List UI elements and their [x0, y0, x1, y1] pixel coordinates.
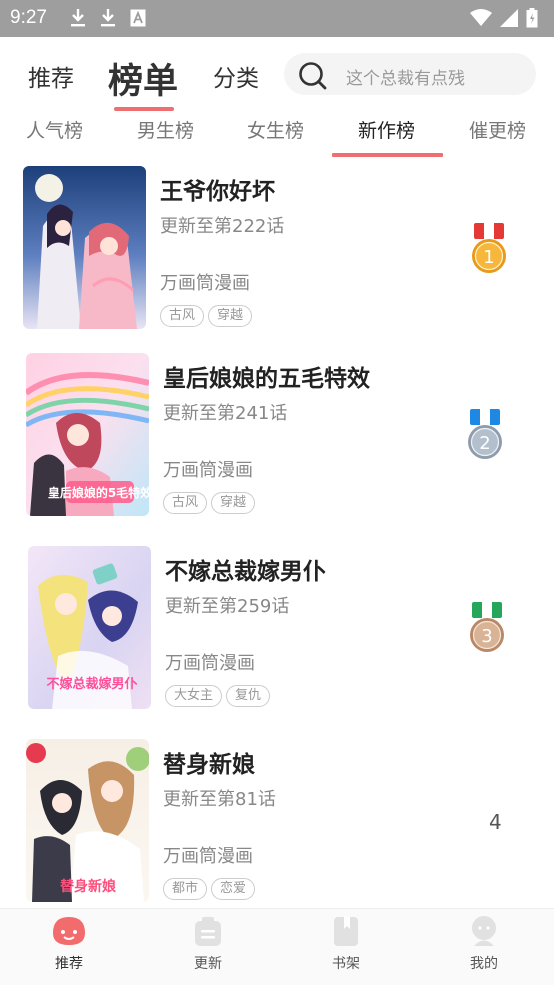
- nav-recommend[interactable]: 推荐: [29, 915, 109, 973]
- update-status: 更新至第241话: [163, 403, 288, 424]
- subtab-indicator: [332, 153, 443, 157]
- tag: 穿越: [211, 492, 256, 514]
- bottom-navigation: 推荐 更新 书架 我的: [0, 908, 554, 985]
- status-system-icons: [470, 8, 538, 28]
- search-placeholder: 这个总裁有点残: [346, 69, 465, 89]
- nav-bookshelf[interactable]: 书架: [306, 915, 386, 973]
- tag-list: 古风 穿越: [163, 492, 256, 514]
- publisher: 万画筒漫画: [165, 653, 255, 674]
- medal-rank: 3: [481, 626, 492, 647]
- comic-cover[interactable]: 不嫁总裁嫁男仆: [28, 546, 151, 709]
- a-icon: [130, 9, 146, 27]
- comic-title: 王爷你好坏: [160, 179, 275, 205]
- search-icon: [299, 62, 327, 90]
- tag: 复仇: [226, 685, 271, 707]
- medal-rank: 1: [483, 247, 494, 268]
- nav-profile[interactable]: 我的: [444, 915, 524, 973]
- list-item[interactable]: 皇后娘娘的5毛特效 皇后娘娘的五毛特效 更新至第241话 万画筒漫画 古风 穿越…: [0, 352, 554, 542]
- nav-label: 我的: [470, 956, 498, 972]
- cover-title: 不嫁总裁嫁男仆: [46, 676, 137, 692]
- ranking-subtabs: 人气榜 男生榜 女生榜 新作榜 催更榜: [0, 110, 554, 160]
- tag-list: 古风 穿越: [160, 305, 253, 327]
- nav-label: 推荐: [55, 956, 83, 972]
- comic-title: 皇后娘娘的五毛特效: [163, 366, 370, 392]
- publisher: 万画筒漫画: [163, 460, 253, 481]
- tag-list: 都市 恋爱: [163, 878, 256, 900]
- comic-cover[interactable]: 替身新娘: [26, 739, 149, 902]
- wifi-icon: [470, 9, 492, 26]
- subtab-update-request[interactable]: 催更榜: [469, 116, 526, 143]
- comic-title: 替身新娘: [163, 752, 255, 778]
- list-item[interactable]: 不嫁总裁嫁男仆 不嫁总裁嫁男仆 更新至第259话 万画筒漫画 大女主 复仇 3: [0, 545, 554, 735]
- subtab-popular[interactable]: 人气榜: [26, 116, 83, 143]
- subtab-new-works[interactable]: 新作榜: [358, 116, 415, 143]
- tag: 都市: [163, 878, 208, 900]
- cover-title: 替身新娘: [60, 878, 117, 895]
- comic-cover[interactable]: [23, 166, 146, 329]
- update-status: 更新至第81话: [163, 789, 276, 810]
- comic-title: 不嫁总裁嫁男仆: [165, 559, 326, 585]
- tab-recommend[interactable]: 推荐: [28, 59, 74, 93]
- tag-list: 大女主 复仇: [165, 685, 271, 707]
- list-item[interactable]: 王爷你好坏 更新至第222话 万画筒漫画 古风 穿越 1: [0, 165, 554, 355]
- nav-label: 书架: [332, 956, 360, 972]
- nav-label: 更新: [194, 956, 222, 972]
- download-icon: [101, 9, 115, 27]
- tag: 古风: [163, 492, 208, 514]
- battery-icon: [526, 8, 538, 28]
- update-status: 更新至第259话: [165, 596, 290, 617]
- nav-updates[interactable]: 更新: [168, 915, 248, 973]
- update-status: 更新至第222话: [160, 216, 285, 237]
- top-tab-bar: 推荐 榜单 分类 这个总裁有点残: [0, 37, 554, 111]
- bookshelf-icon: [334, 917, 358, 946]
- cover-title: 皇后娘娘的5毛特效: [48, 485, 149, 500]
- tag: 恋爱: [211, 878, 256, 900]
- tab-rankings[interactable]: 榜单: [108, 53, 178, 104]
- search-input[interactable]: 这个总裁有点残: [284, 53, 536, 95]
- tab-categories[interactable]: 分类: [213, 59, 259, 93]
- tag: 穿越: [208, 305, 253, 327]
- comic-cover[interactable]: 皇后娘娘的5毛特效: [26, 353, 149, 516]
- download-icon: [71, 9, 85, 27]
- status-notification-icons: [70, 8, 146, 28]
- signal-icon: [500, 9, 518, 27]
- list-item[interactable]: 替身新娘 替身新娘 更新至第81话 万画筒漫画 都市 恋爱 4: [0, 738, 554, 928]
- publisher: 万画筒漫画: [160, 273, 250, 294]
- tag: 古风: [160, 305, 205, 327]
- smile-icon: [53, 917, 85, 945]
- publisher: 万画筒漫画: [163, 846, 253, 867]
- profile-icon: [472, 916, 496, 946]
- silver-medal-icon: 2: [468, 409, 502, 459]
- subtab-male[interactable]: 男生榜: [137, 116, 194, 143]
- bronze-medal-icon: 3: [470, 602, 504, 652]
- gold-medal-icon: 1: [472, 223, 506, 273]
- status-time: 9:27: [10, 7, 47, 28]
- update-icon: [195, 917, 221, 946]
- subtab-female[interactable]: 女生榜: [247, 116, 304, 143]
- tag: 大女主: [165, 685, 223, 707]
- medal-rank: 2: [479, 433, 490, 454]
- rank-number: 4: [489, 810, 502, 834]
- status-bar: 9:27: [0, 0, 554, 37]
